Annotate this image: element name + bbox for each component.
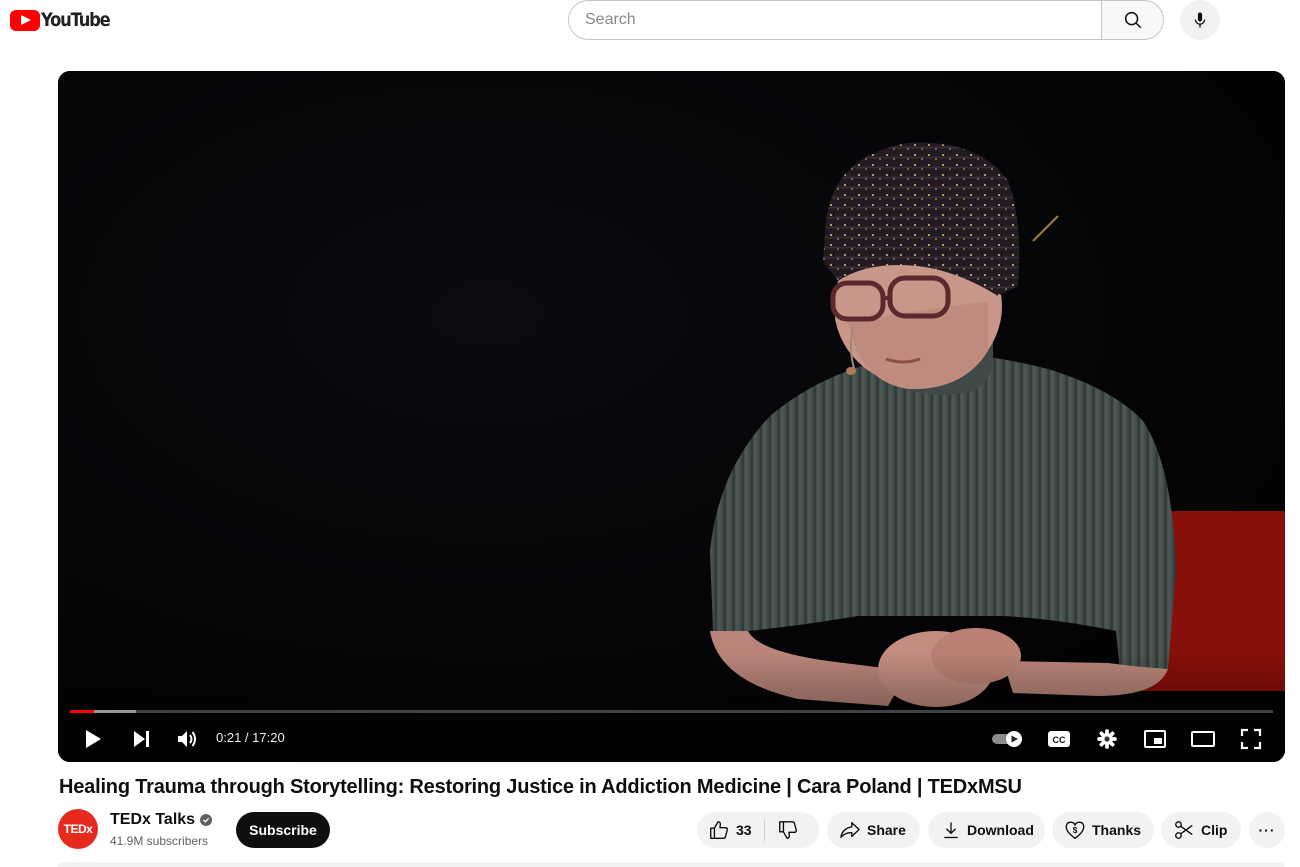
subscriber-count: 41.9M subscribers	[110, 834, 209, 848]
clip-button[interactable]: Clip	[1161, 812, 1241, 848]
share-button[interactable]: Share	[827, 812, 920, 848]
volume-icon	[178, 731, 196, 747]
miniplayer-icon	[1144, 730, 1166, 748]
thumbs-up-icon	[708, 819, 730, 841]
more-actions-button[interactable]: ···	[1249, 812, 1285, 848]
play-button[interactable]	[78, 723, 108, 755]
volume-button[interactable]	[172, 723, 202, 755]
download-icon	[941, 820, 961, 840]
voice-search-button[interactable]	[1180, 0, 1220, 40]
theater-mode-icon	[1191, 731, 1215, 747]
search-input[interactable]	[585, 11, 1102, 29]
like-button[interactable]: 33	[697, 812, 752, 848]
clip-label: Clip	[1201, 822, 1228, 838]
video-title: Healing Trauma through Storytelling: Res…	[59, 776, 1022, 798]
scissors-icon	[1173, 819, 1195, 841]
subscribe-button[interactable]: Subscribe	[236, 812, 330, 848]
autoplay-toggle-icon	[992, 731, 1022, 747]
share-label: Share	[867, 822, 906, 838]
share-arrow-icon	[839, 820, 861, 840]
settings-icon	[1097, 729, 1117, 749]
search-button[interactable]	[1101, 0, 1164, 40]
miniplayer-button[interactable]	[1140, 723, 1170, 755]
channel-name[interactable]: TEDx Talks	[110, 811, 195, 829]
microphone-icon	[1194, 12, 1206, 28]
captions-button[interactable]: CC	[1044, 723, 1074, 755]
video-player[interactable]: 0:21 / 17:20 CC	[58, 71, 1285, 762]
like-dislike-group: 33	[697, 812, 819, 848]
masthead: YouTube	[0, 0, 1300, 44]
search-icon	[1124, 11, 1141, 29]
verified-badge-icon	[200, 814, 213, 826]
thumbs-down-icon	[777, 819, 799, 841]
channel-name-row[interactable]: TEDx Talks	[110, 811, 213, 829]
download-button[interactable]: Download	[928, 812, 1045, 848]
next-button[interactable]	[126, 723, 156, 755]
like-count: 33	[736, 822, 752, 838]
progress-bar[interactable]	[70, 710, 1273, 713]
youtube-logo-icon	[10, 9, 40, 31]
time-display: 0:21 / 17:20	[216, 730, 285, 745]
svg-text:CC: CC	[1053, 735, 1066, 745]
theater-mode-button[interactable]	[1186, 723, 1220, 755]
super-thanks-heart-icon: $	[1064, 819, 1086, 841]
search-box[interactable]	[568, 0, 1102, 40]
next-icon	[134, 731, 149, 747]
channel-avatar[interactable]: TEDx	[58, 809, 98, 849]
dislike-button[interactable]	[765, 812, 799, 848]
download-label: Download	[967, 822, 1034, 838]
thanks-button[interactable]: $ Thanks	[1052, 812, 1154, 848]
captions-icon: CC	[1048, 731, 1070, 747]
progress-played	[70, 710, 95, 713]
settings-button[interactable]	[1092, 723, 1122, 755]
autoplay-toggle[interactable]	[988, 723, 1028, 755]
thanks-label: Thanks	[1092, 822, 1142, 838]
youtube-logo[interactable]: YouTube	[10, 9, 121, 31]
svg-text:$: $	[1073, 826, 1078, 835]
fullscreen-button[interactable]	[1236, 723, 1266, 755]
description-box-edge	[58, 862, 1285, 867]
logo-text: YouTube	[41, 9, 111, 31]
more-horizontal-icon: ···	[1258, 822, 1276, 838]
avatar-logo-text: TEDx	[63, 822, 93, 836]
fullscreen-icon	[1240, 728, 1262, 750]
play-icon	[86, 730, 101, 748]
